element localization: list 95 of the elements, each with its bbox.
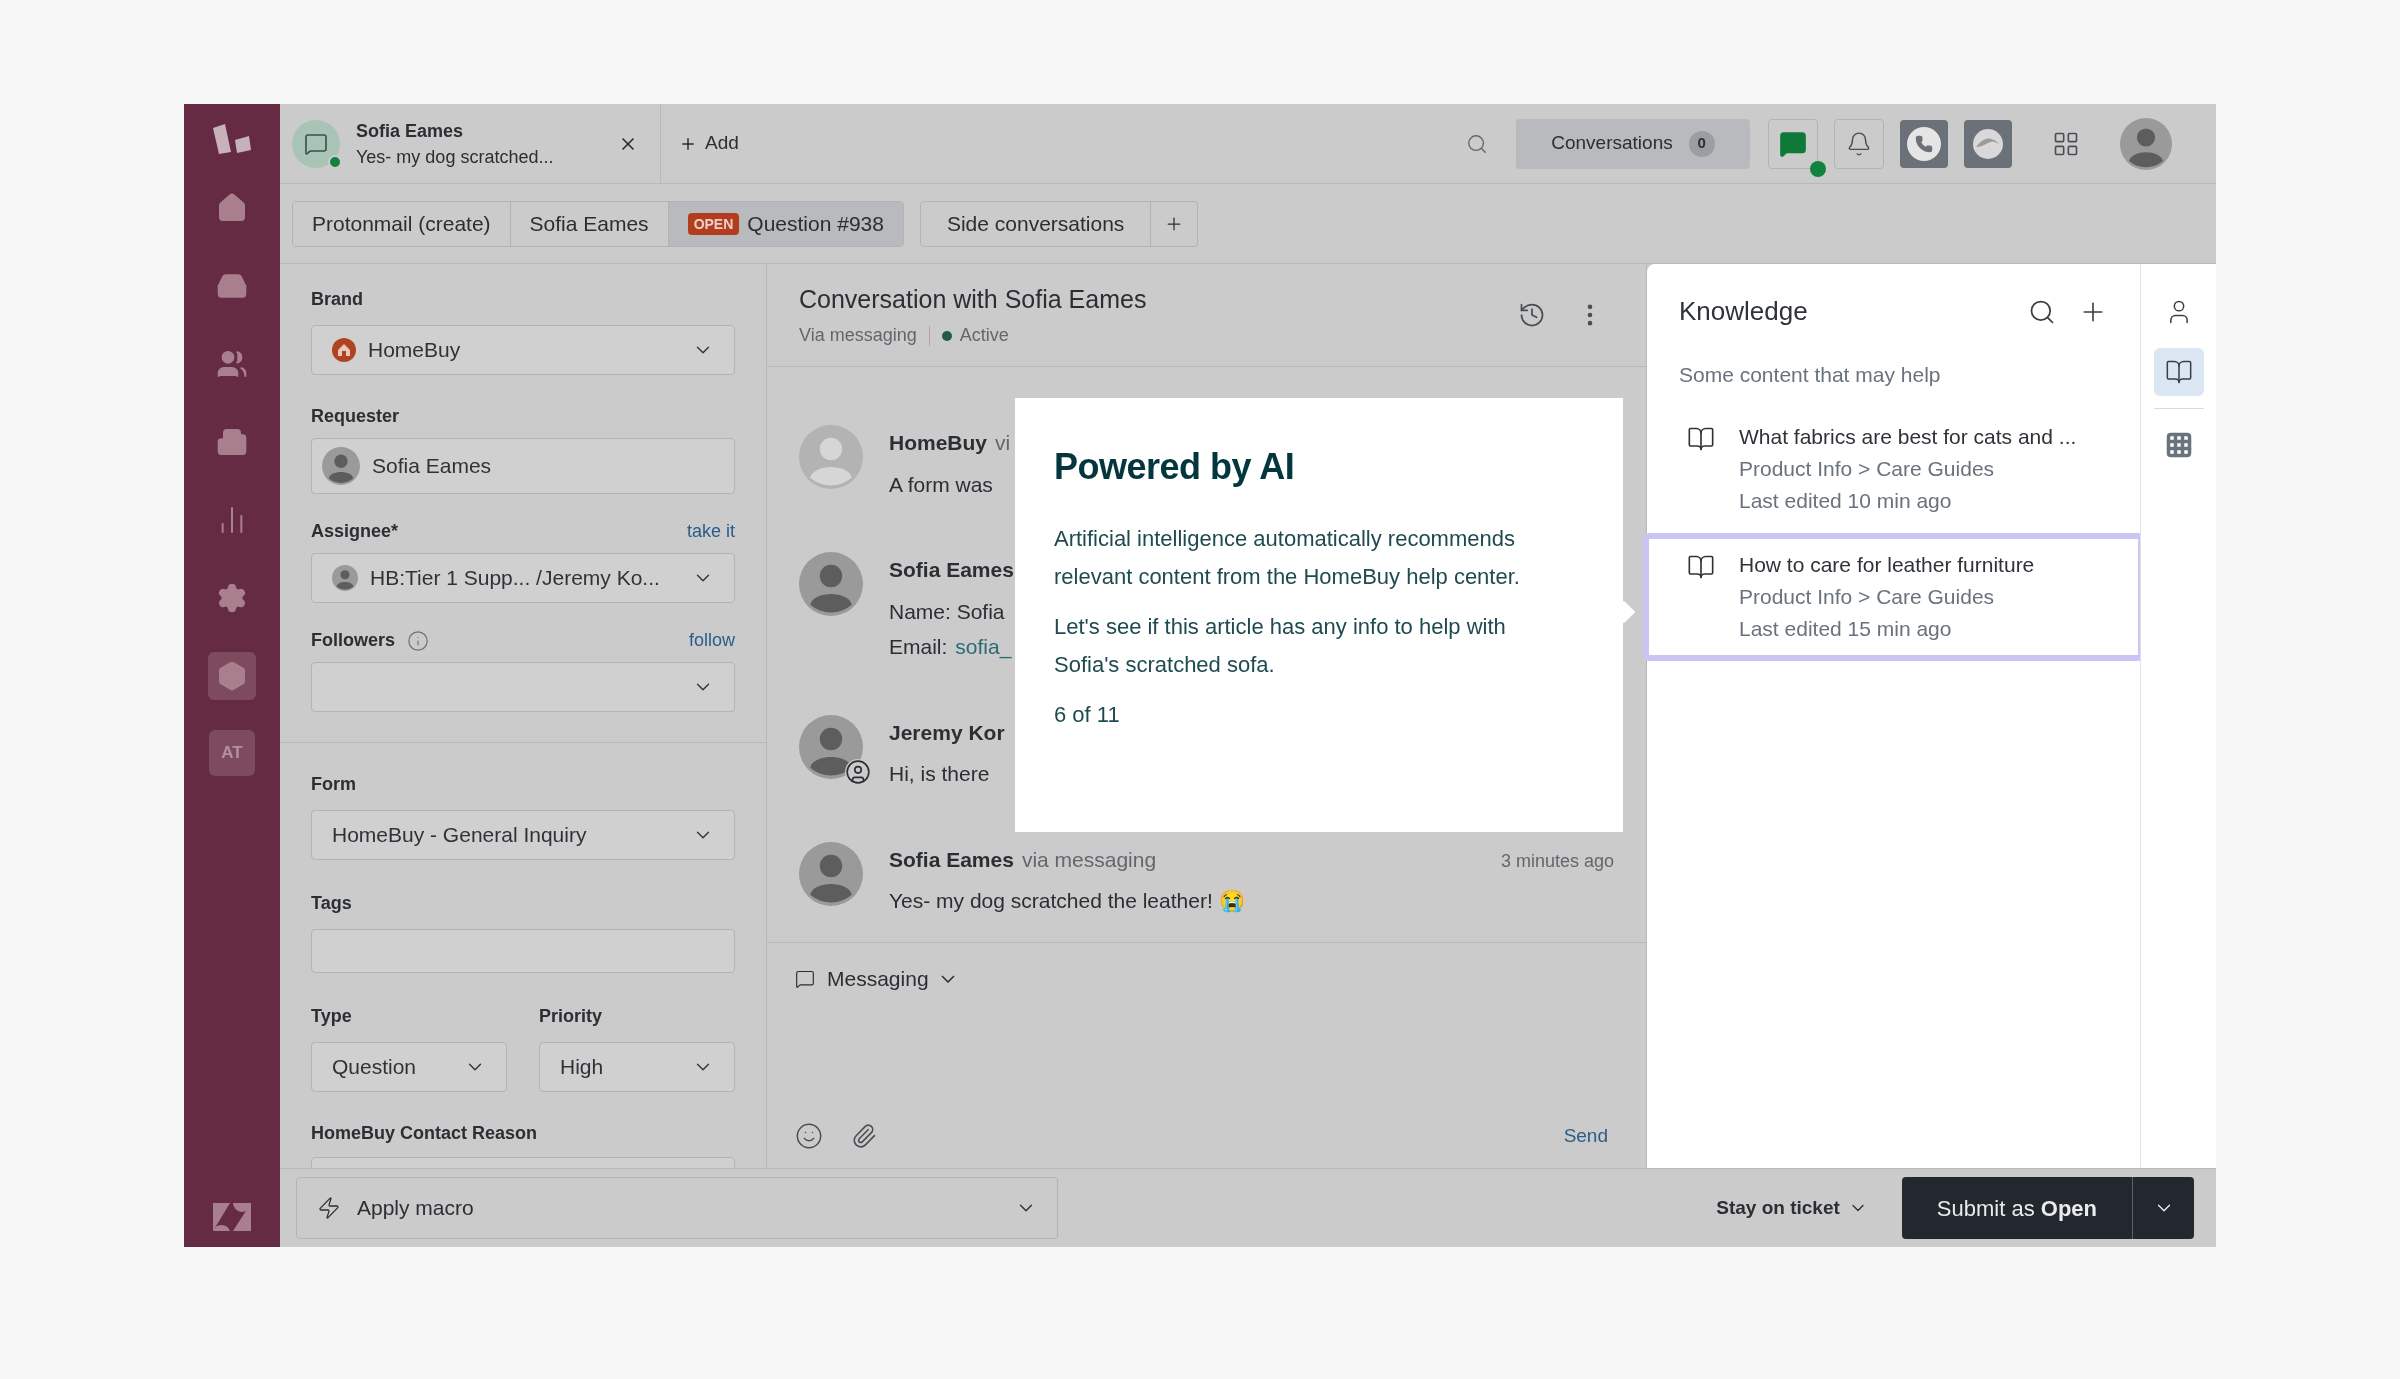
field-label: Form <box>311 773 357 796</box>
status-badge: OPEN <box>687 212 740 235</box>
book-icon <box>2164 358 2193 386</box>
organizations-icon <box>216 426 248 458</box>
message-icon <box>795 968 815 989</box>
field-label: Assignee* <box>311 520 399 543</box>
field-label: Tags <box>311 893 352 913</box>
bell-icon <box>1846 130 1872 157</box>
app-button[interactable] <box>1964 119 2012 168</box>
tags-field[interactable] <box>311 929 735 973</box>
article-title: What fabrics are best for cats and ... <box>1739 423 2077 450</box>
z-logo-icon <box>211 1201 253 1233</box>
message-text: Name: Sofia <box>889 598 1005 625</box>
message-text: A form was <box>889 471 993 498</box>
home-icon <box>216 192 248 224</box>
admin-icon <box>216 582 248 614</box>
agent-avatar <box>799 714 863 779</box>
tab-preview: Yes- my dog scratched... <box>356 145 555 169</box>
article-title: How to care for leather furniture <box>1739 551 2035 578</box>
history-icon[interactable] <box>1518 301 1546 329</box>
channel-label: Via messaging <box>799 324 917 348</box>
info-icon[interactable] <box>407 629 429 652</box>
type-select[interactable]: Question <box>311 1042 507 1092</box>
macro-select[interactable]: Apply macro <box>296 1177 1058 1239</box>
follow-link[interactable]: follow <box>688 627 735 654</box>
bot-avatar <box>799 425 863 489</box>
author-name: HomeBuy <box>889 430 988 456</box>
popover-text: Let's see if this article has any info to help with Sofia's scratched sofa. <box>1054 613 1507 679</box>
brand-select[interactable]: HomeBuy <box>311 325 735 375</box>
attachment-icon[interactable] <box>851 1122 877 1149</box>
stay-on-ticket-dropdown[interactable]: Stay on ticket <box>1716 1193 1868 1223</box>
knowledge-rail-button[interactable] <box>2153 348 2204 396</box>
notifications-button[interactable] <box>1834 118 1884 169</box>
conversation-title: Conversation with Sofia Eames <box>799 283 1148 315</box>
send-button[interactable]: Send <box>1563 1121 1608 1150</box>
article-edited: Last edited 15 min ago <box>1739 615 1953 642</box>
tab-title: Sofia Eames <box>356 119 465 143</box>
field-label: Brand <box>311 288 364 311</box>
message-time: 3 minutes ago <box>1500 849 1614 873</box>
step-counter: 6 of 11 <box>1054 701 1121 729</box>
customer-avatar <box>799 552 863 616</box>
article-edited: Last edited 10 min ago <box>1739 487 1953 514</box>
field-label: HomeBuy Contact Reason <box>311 1123 538 1143</box>
article-path: Product Info > Care Guides <box>1739 583 1996 610</box>
priority-select[interactable]: High <box>539 1042 735 1092</box>
channel-dropdown[interactable]: Messaging <box>795 963 955 995</box>
field-label: Priority <box>539 1005 604 1028</box>
ticket-tab[interactable]: Sofia Eames Yes- my dog scratched... <box>280 104 661 183</box>
message-text: Yes- my dog scratched the leather! 😭 <box>889 888 1245 915</box>
apps-icon <box>216 660 248 692</box>
field-label: Followers <box>311 629 395 652</box>
status-label: Active <box>941 322 1009 350</box>
message-icon <box>1779 129 1807 158</box>
add-tab-button[interactable]: Add <box>679 129 739 158</box>
requester-avatar <box>322 447 360 485</box>
chevron-icon <box>940 974 955 983</box>
grid-icon <box>2164 431 2193 459</box>
popover-title: Powered by AI <box>1054 445 1296 489</box>
logo-icon <box>211 122 253 156</box>
article-item[interactable]: What fabrics are best for cats and ... Product Info > Care Guides Last edited 10 min ago <box>1647 404 2140 533</box>
apps-nav-button[interactable] <box>208 652 256 700</box>
author-name: Sofia Eames <box>889 846 1014 873</box>
chat-status-button[interactable] <box>1768 118 1818 169</box>
field-label: Type <box>311 1005 353 1028</box>
phone-button[interactable] <box>1900 119 1948 168</box>
form-select[interactable]: HomeBuy - General Inquiry <box>311 810 735 860</box>
lightning-icon <box>317 1196 341 1220</box>
agent-badge-icon <box>845 758 871 785</box>
message-text: Hi, is there <box>889 761 990 787</box>
assignee-avatar <box>332 565 358 591</box>
via-label: via messaging <box>1021 846 1157 873</box>
customers-icon <box>216 348 248 380</box>
take-it-link[interactable]: take it <box>686 518 735 545</box>
email-label: Email: <box>889 634 948 660</box>
ticket-subtab[interactable]: OPEN Question #938 <box>667 201 903 246</box>
phone-icon <box>1907 126 1941 161</box>
count-badge: 0 <box>1688 130 1715 157</box>
popover-text: Artificial intelligence automatically recommends relevant content from the HomeBuy help center. <box>1054 525 1521 591</box>
author-name: Sofia Eames <box>889 557 1014 583</box>
field-label: Requester <box>311 406 400 426</box>
emoji-icon[interactable] <box>795 1121 823 1150</box>
user-avatar <box>2120 117 2172 170</box>
article-path: Product Info > Care Guides <box>1739 455 1996 482</box>
assignee-select[interactable]: HB:Tier 1 Supp... /Jeremy Ko... <box>311 553 735 603</box>
conversations-button[interactable]: Conversations 0 <box>1516 118 1750 169</box>
via-label: vi <box>995 430 1011 456</box>
panel-title: Knowledge <box>1679 295 1809 328</box>
globe-icon <box>1971 126 2005 161</box>
house-logo-icon <box>332 338 356 362</box>
chat-icon <box>292 119 340 168</box>
customer-avatar <box>799 841 863 906</box>
author-name: Jeremy Kor <box>889 719 1005 746</box>
panel-subtitle: Some content that may help <box>1678 362 1942 388</box>
email-link[interactable]: sofia_ <box>955 631 1012 663</box>
requester-field[interactable]: Sofia Eames <box>311 438 735 494</box>
